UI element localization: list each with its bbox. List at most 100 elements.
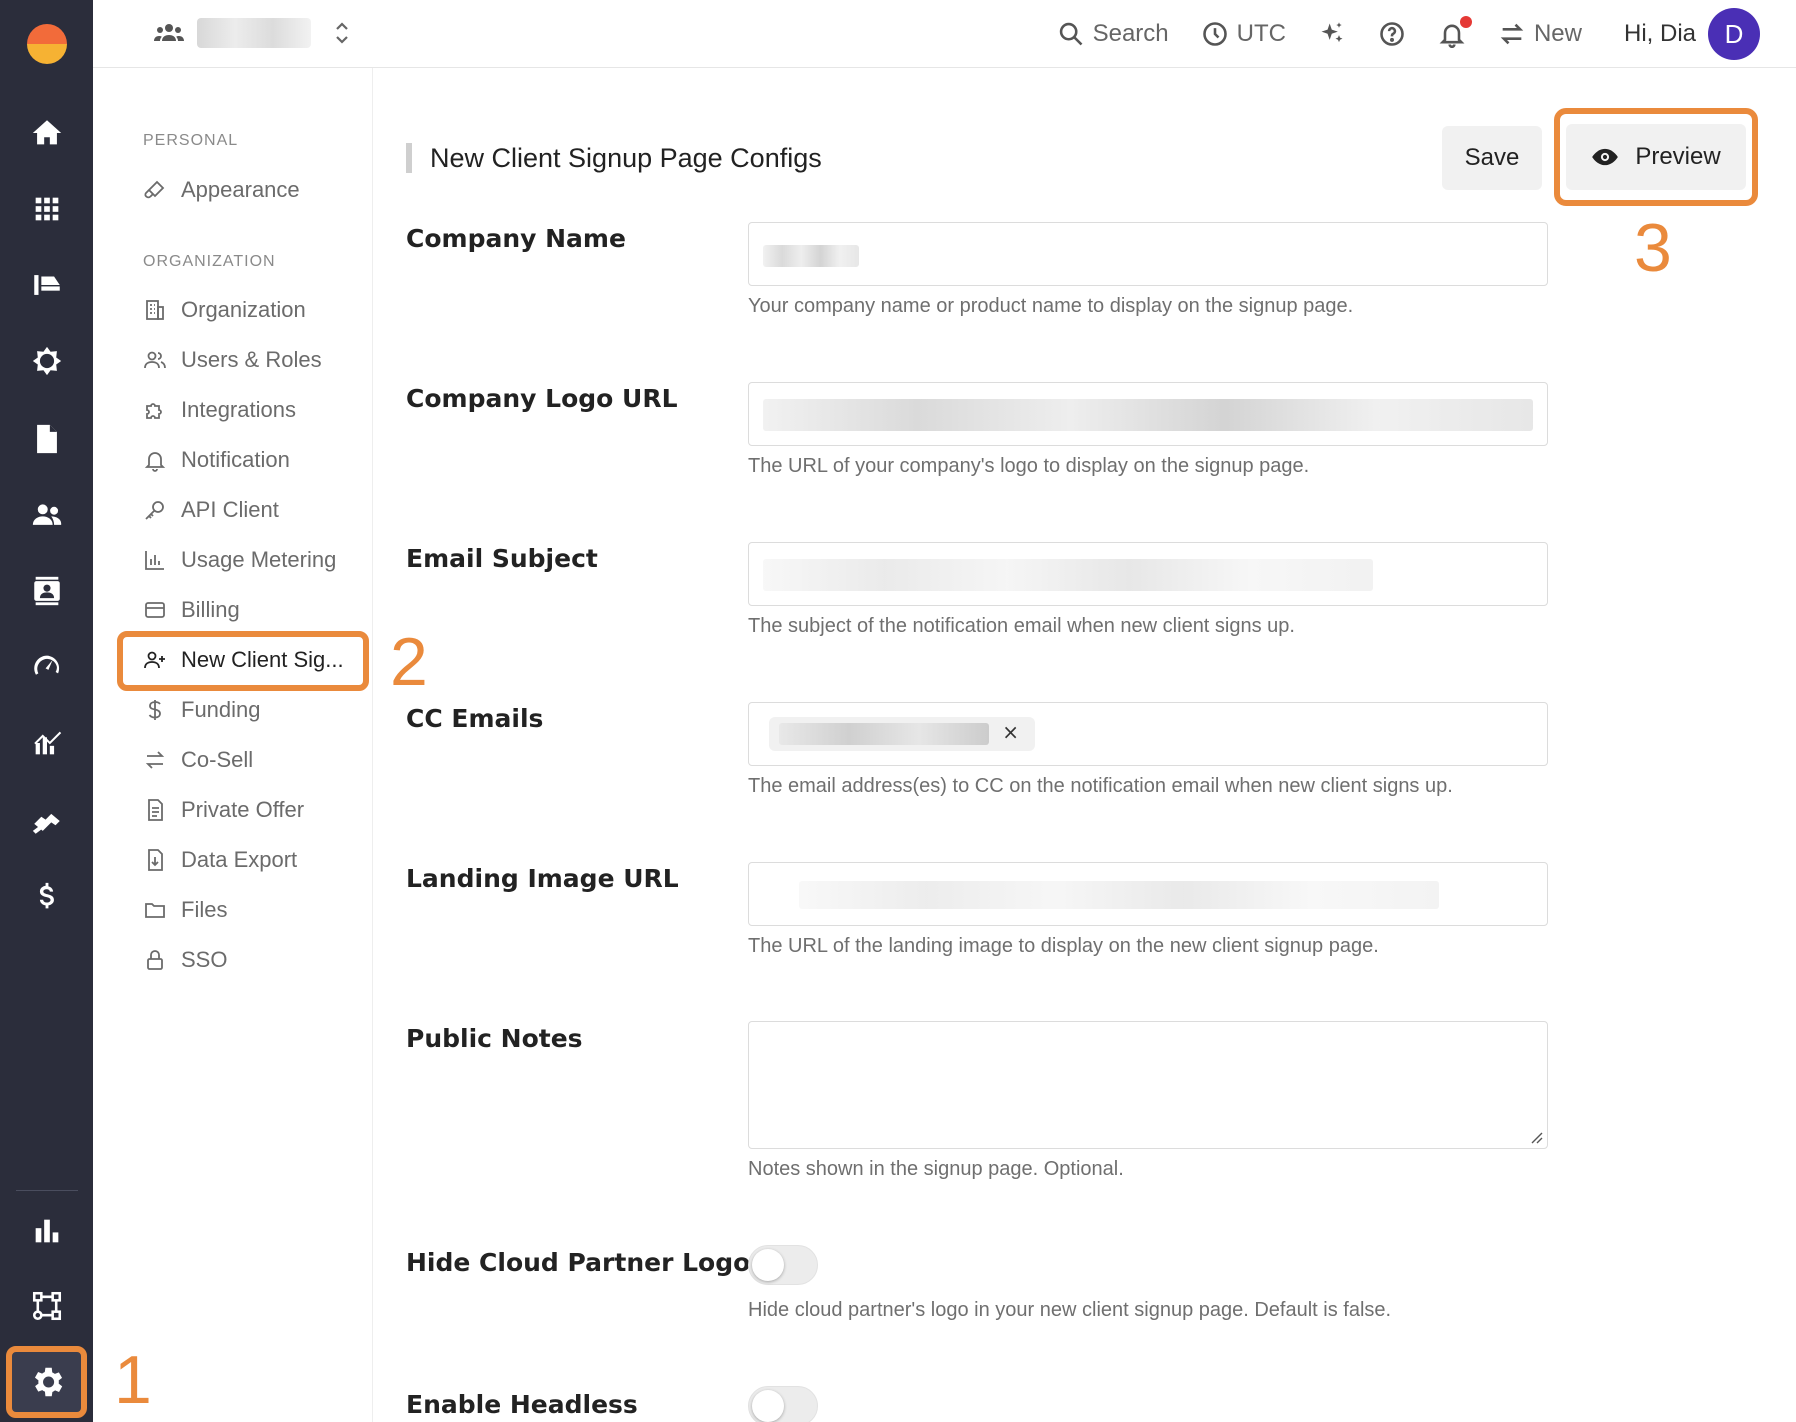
nav-item-organization[interactable]: Organization [143,290,306,330]
nav-item-label: Funding [181,697,261,722]
nav-item-label: API Client [181,497,279,522]
avatar[interactable]: D [1708,8,1760,60]
notifications-button[interactable] [1438,16,1472,48]
document-icon [148,799,163,821]
apps-grid-icon[interactable] [26,188,68,230]
swap-arrows-icon [1500,23,1524,45]
resize-handle-icon[interactable] [1529,1130,1543,1144]
nav-item-label: Organization [181,297,306,322]
nav-item-users-roles[interactable]: Users & Roles [143,340,322,380]
email-subject-label: Email Subject [406,544,598,573]
swap-icon [145,751,165,769]
highlight-preview: Preview [1554,108,1758,206]
redacted-value [763,245,859,267]
team-icon [154,24,184,41]
nav-item-billing[interactable]: Billing [143,590,240,630]
cloud-marketplace-icon[interactable] [26,340,68,382]
nav-item-integrations[interactable]: Integrations [143,390,296,430]
nav-item-api-client[interactable]: API Client [143,490,279,530]
building-icon [146,300,164,320]
nav-item-usage-metering[interactable]: Usage Metering [143,540,336,580]
public-notes-textarea[interactable] [748,1021,1548,1149]
speedometer-icon[interactable] [26,646,68,688]
search-label: Search [1092,20,1169,47]
contact-card-icon[interactable] [26,570,68,612]
sparkle-icon [1321,22,1343,43]
nav-item-appearance[interactable]: Appearance [143,170,300,210]
nav-item-label: Files [181,897,228,922]
landing-image-url-input[interactable] [748,862,1548,926]
save-button[interactable]: Save [1442,126,1542,190]
listings-icon[interactable] [26,264,68,306]
nav-item-funding[interactable]: Funding [143,690,261,730]
new-label: New [1533,20,1582,47]
redacted-value [799,881,1439,909]
email-chip: × [769,717,1035,751]
company-logo-url-input[interactable] [748,382,1548,446]
search-button[interactable]: Search [1057,20,1169,48]
settings-nav: PERSONAL Appearance ORGANIZATION Organiz… [93,68,373,1422]
landing-image-url-label: Landing Image URL [406,864,679,893]
nav-item-data-export[interactable]: Data Export [143,840,297,880]
users-icon[interactable] [26,494,68,536]
handshake-icon[interactable] [26,800,68,842]
step-callout-1: 1 [114,1342,152,1418]
step-callout-2: 2 [390,624,428,700]
nav-item-label: Appearance [181,177,300,202]
dollar-icon[interactable] [26,876,68,918]
nav-item-label: Users & Roles [181,347,322,372]
nav-item-sso[interactable]: SSO [143,940,227,980]
nav-item-files[interactable]: Files [143,890,227,930]
reports-icon[interactable] [26,1210,68,1252]
nav-item-label: Billing [181,597,240,622]
email-subject-input[interactable] [748,542,1548,606]
hide-cloud-partner-logo-label: Hide Cloud Partner Logo [406,1248,751,1277]
company-logo-url-label: Company Logo URL [406,384,678,413]
nav-item-private-offer[interactable]: Private Offer [143,790,304,830]
workflow-icon[interactable] [26,1285,68,1327]
preview-button[interactable]: Preview [1566,124,1746,190]
new-button[interactable]: New [1498,20,1582,48]
nav-item-label: SSO [181,947,228,972]
enable-headless-label: Enable Headless [406,1390,638,1419]
folder-icon [145,903,165,918]
search-icon [1059,22,1083,46]
timezone-label: UTC [1236,20,1286,47]
chevron-up-down-icon [333,20,351,46]
nav-item-label: Notification [181,447,290,472]
analytics-icon[interactable] [26,722,68,764]
credit-card-icon [145,602,165,618]
eye-icon [1592,148,1619,166]
ai-sparkle-button[interactable] [1318,20,1346,48]
file-export-icon [148,849,163,871]
nav-item-notification[interactable]: Notification [143,440,290,480]
app-logo[interactable] [27,24,67,64]
key-icon [145,501,164,520]
nav-heading-organization: ORGANIZATION [143,253,276,270]
enable-headless-toggle[interactable] [748,1386,818,1422]
company-name-input[interactable] [748,222,1548,286]
email-subject-help: The subject of the notification email wh… [748,615,1295,637]
rail-divider [16,1190,78,1191]
cc-emails-help: The email address(es) to CC on the notif… [748,775,1453,797]
top-bar: Search UTC New Hi, Dia D [93,0,1796,68]
nav-item-label: Private Offer [181,797,305,822]
nav-item-label: Usage Metering [181,547,337,572]
redacted-value [779,723,989,745]
nav-item-label: Co-Sell [181,747,254,772]
bar-chart-icon [145,551,164,570]
cc-emails-input[interactable]: × [748,702,1548,766]
step-callout-3: 3 [1634,210,1672,286]
org-switcher[interactable] [153,18,351,48]
nav-item-label: Data Export [181,847,298,872]
timezone-button[interactable]: UTC [1201,20,1286,48]
home-icon[interactable] [26,112,68,154]
settings-button[interactable] [6,1346,87,1418]
hide-cloud-partner-logo-help: Hide cloud partner's logo in your new cl… [748,1299,1392,1321]
close-icon[interactable]: × [1002,720,1019,744]
nav-item-co-sell[interactable]: Co-Sell [143,740,253,780]
hide-cloud-partner-logo-toggle[interactable] [748,1245,818,1285]
document-icon[interactable] [26,418,68,460]
help-button[interactable] [1378,20,1406,48]
clock-icon [1202,22,1227,46]
